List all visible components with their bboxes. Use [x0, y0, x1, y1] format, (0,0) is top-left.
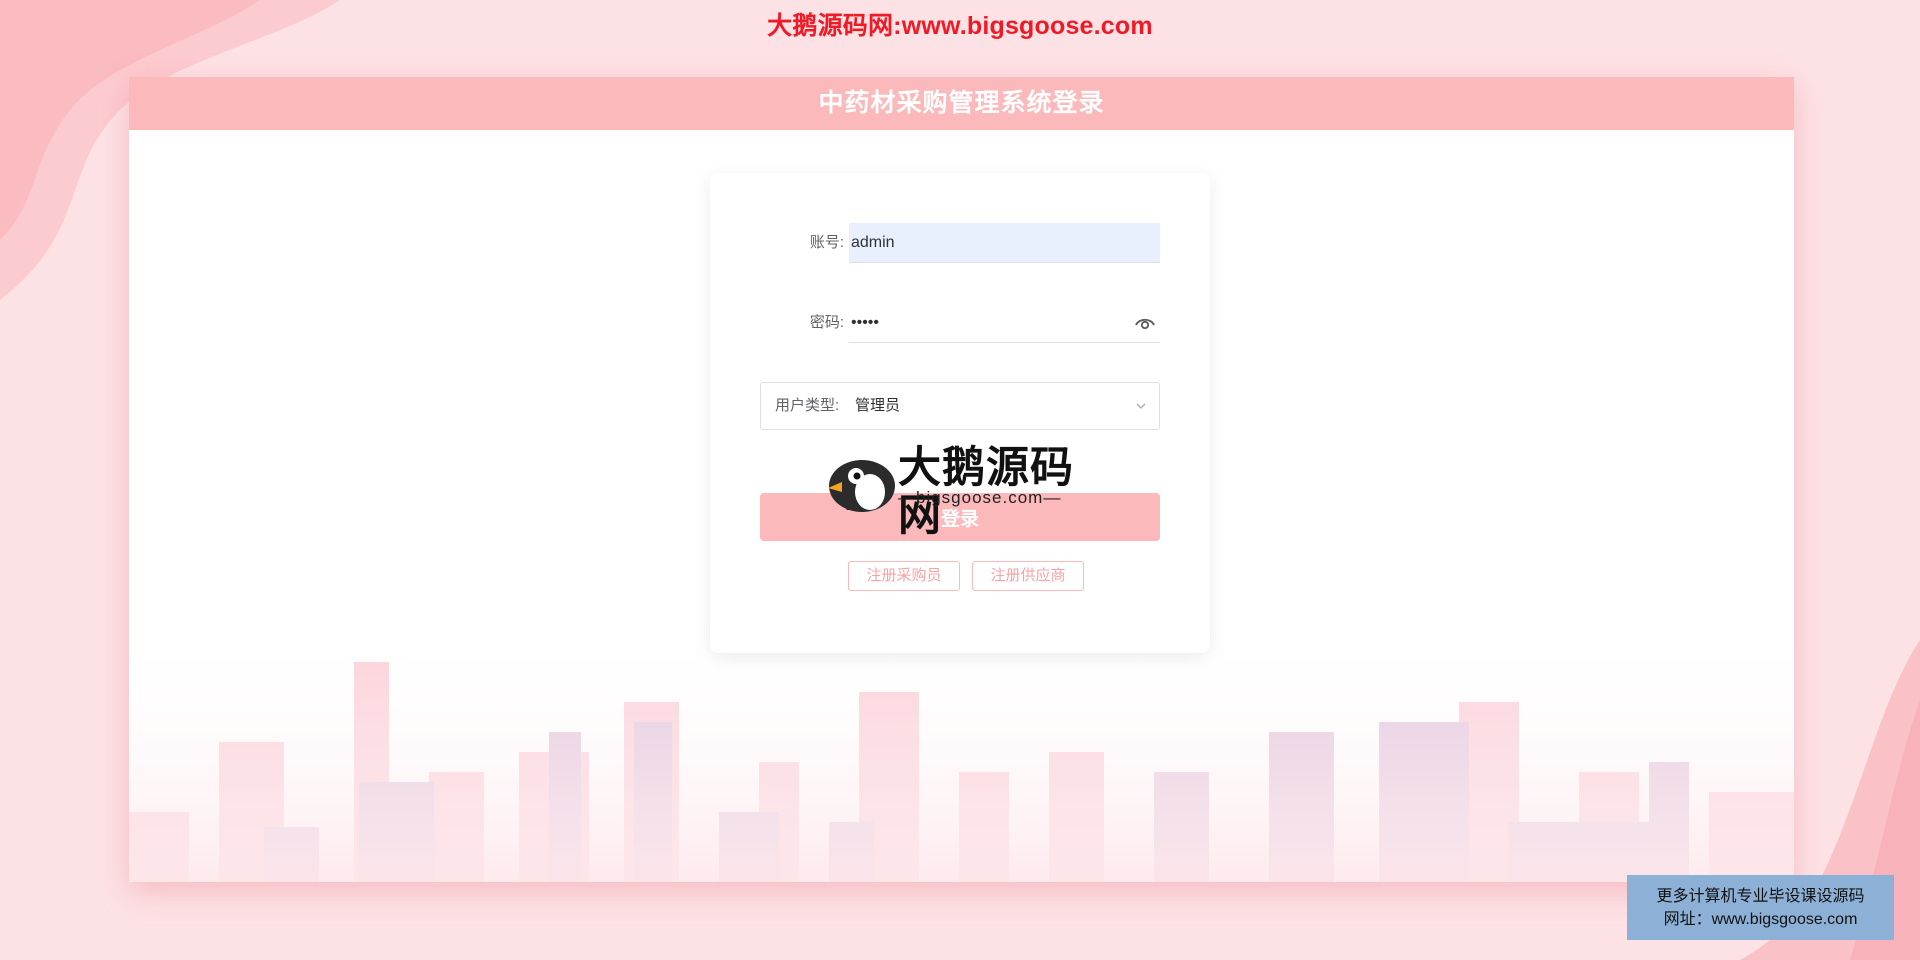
- watermark-logo: 大鹅源码网 —bigsgoose.com—: [826, 444, 1096, 540]
- city-skyline-illustration: [129, 622, 1794, 882]
- register-supplier-button[interactable]: 注册供应商: [972, 561, 1084, 591]
- corner-ad-line2: 网址：www.bigsgoose.com: [1663, 911, 1858, 928]
- password-input[interactable]: [849, 303, 1160, 343]
- password-row: 密码:: [760, 303, 1160, 343]
- account-row: 账号:: [760, 223, 1160, 263]
- watermark-subtitle: —bigsgoose.com—: [898, 488, 1062, 507]
- corner-ad-line1: 更多计算机专业毕设课设源码: [1656, 888, 1865, 905]
- chevron-down-icon: [1136, 403, 1146, 409]
- user-type-value: 管理员: [855, 397, 901, 414]
- user-type-label: 用户类型:: [775, 397, 840, 414]
- site-banner: 大鹅源码网:www.bigsgoose.com: [767, 12, 1153, 40]
- login-form-card: 账号: 密码: 用户类型: 管理员 登录 注册采购员 注册供应商: [710, 173, 1210, 653]
- account-label: 账号:: [809, 234, 844, 251]
- account-input[interactable]: [849, 223, 1160, 263]
- corner-advertisement: 更多计算机专业毕设课设源码 网址：www.bigsgoose.com: [1627, 875, 1894, 940]
- register-buyer-button[interactable]: 注册采购员: [848, 561, 960, 591]
- user-type-select[interactable]: 用户类型: 管理员: [760, 382, 1160, 430]
- goose-icon: [828, 460, 895, 512]
- page-title: 中药材采购管理系统登录: [129, 77, 1794, 130]
- password-label: 密码:: [809, 314, 844, 331]
- eye-icon[interactable]: [1134, 313, 1156, 333]
